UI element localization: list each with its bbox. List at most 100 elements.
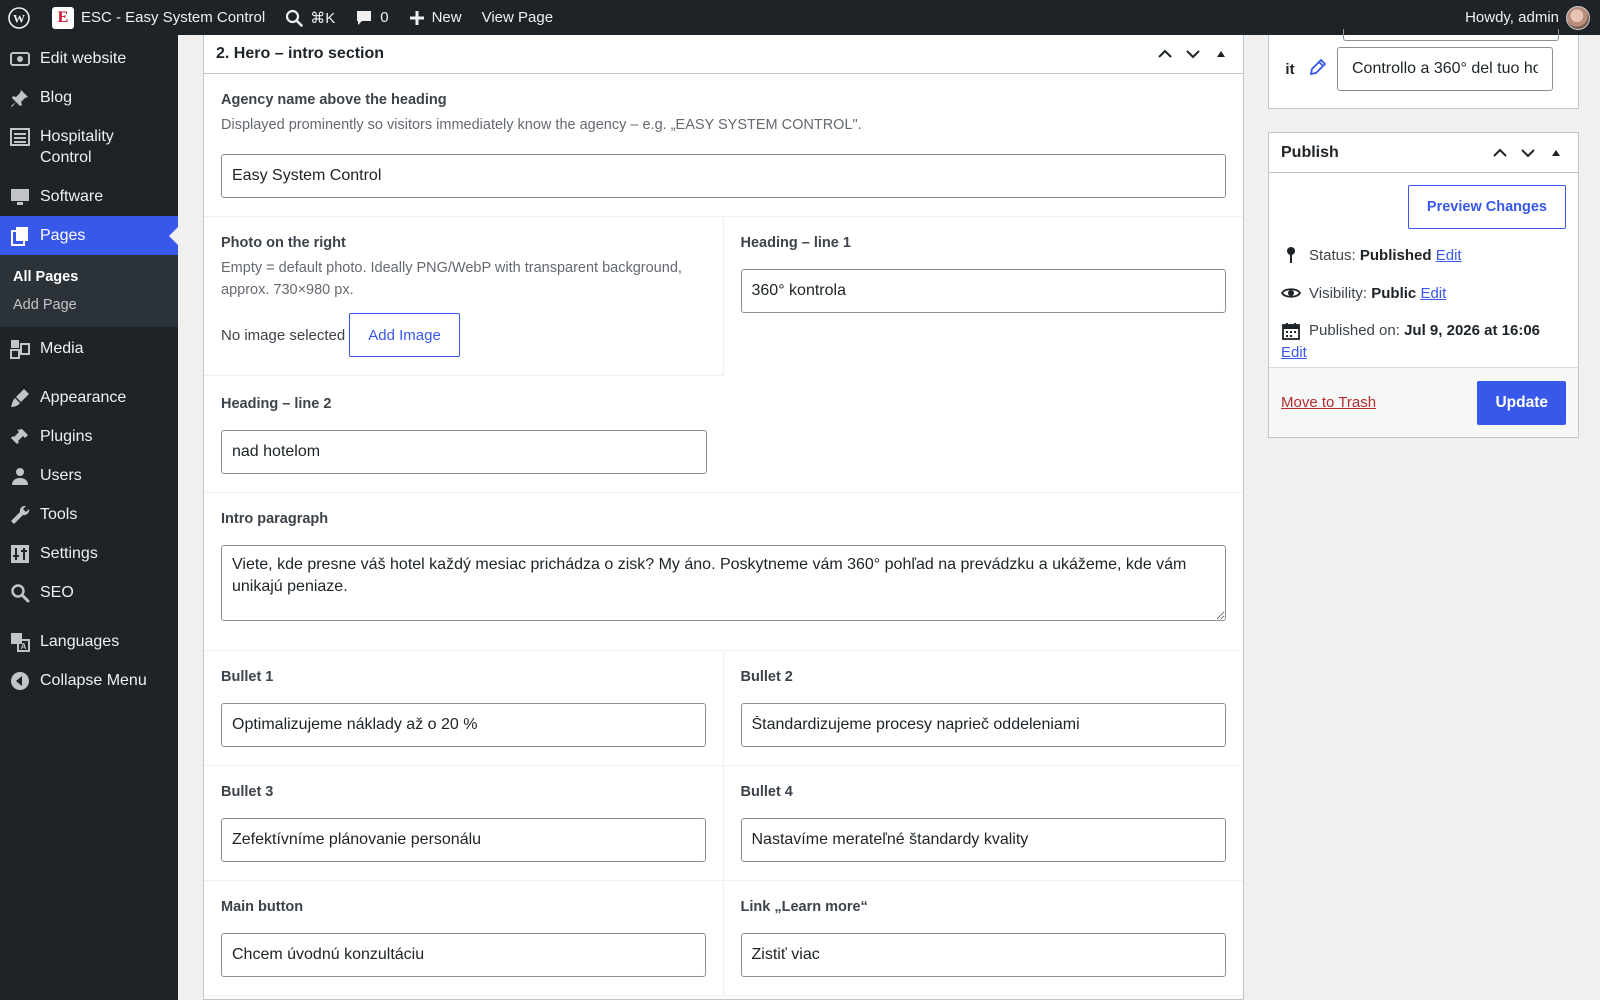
- pin-icon: [10, 88, 30, 108]
- agency-row: Agency name above the heading Displayed …: [204, 74, 1243, 217]
- comment-icon: [357, 10, 372, 25]
- post-visibility: Visibility: Public Edit: [1281, 283, 1566, 305]
- preview-changes-button[interactable]: Preview Changes: [1407, 185, 1566, 229]
- pages-submenu: All Pages Add Page: [0, 255, 178, 327]
- command-search-button[interactable]: ⌘K: [275, 0, 345, 35]
- sidebar-item-blog[interactable]: Blog: [0, 78, 178, 117]
- comments-count: 0: [380, 9, 389, 26]
- edit-date-link[interactable]: Edit: [1281, 344, 1307, 361]
- sidebar-item-languages[interactable]: A Languages: [0, 622, 178, 661]
- new-content-button[interactable]: New: [399, 0, 472, 35]
- sidebar-item-media[interactable]: Media: [0, 329, 178, 368]
- calendar-icon: [1281, 321, 1301, 341]
- intro-paragraph-textarea[interactable]: Viete, kde presne váš hotel každý mesiac…: [221, 545, 1226, 621]
- language-code: it: [1285, 60, 1295, 78]
- field-label: Main button: [221, 899, 304, 915]
- heading2-field: Heading – line 2: [204, 376, 724, 492]
- image-picker: No image selected Add Image: [221, 313, 706, 357]
- brush-icon: [10, 388, 30, 408]
- comments-link[interactable]: 0: [345, 0, 398, 35]
- svg-text:A: A: [21, 642, 27, 651]
- image-status: No image selected: [221, 326, 346, 344]
- field-label: Agency name above the heading: [221, 92, 447, 108]
- field-label: Bullet 1: [221, 669, 274, 685]
- translations-metabox: it: [1268, 29, 1579, 109]
- pin-icon: [1281, 245, 1301, 265]
- hero-section-metabox: 2. Hero – intro section Agency name abov…: [203, 35, 1244, 1000]
- heading-line2-input[interactable]: [221, 430, 707, 474]
- submenu-add-page[interactable]: Add Page: [0, 291, 178, 319]
- admin-sidebar: Edit website Blog Hospitality Control So…: [0, 35, 178, 1000]
- menu-separator: [0, 368, 178, 378]
- bullet1-input[interactable]: [221, 703, 706, 747]
- add-image-button[interactable]: Add Image: [349, 313, 460, 357]
- photo-heading1-row: Photo on the right Empty = default photo…: [204, 217, 1243, 376]
- sidebar-item-label: Hospitality Control: [40, 128, 114, 166]
- sidebar-item-pages[interactable]: Pages: [0, 216, 178, 255]
- sidebar-item-hospitality-control[interactable]: Hospitality Control: [0, 117, 178, 177]
- status-label: Status:: [1309, 247, 1356, 264]
- publish-metabox: Publish Preview Changes Status: Publishe…: [1268, 132, 1579, 438]
- search-shortcut: ⌘K: [310, 9, 336, 27]
- field-label: Bullet 3: [221, 784, 274, 800]
- agency-name-input[interactable]: [221, 154, 1226, 198]
- visibility-text: Visibility: Public Edit: [1309, 283, 1446, 305]
- published-label: Published on:: [1309, 322, 1400, 339]
- bullet4-input[interactable]: [740, 818, 1226, 862]
- bullet2-field: Bullet 2: [724, 651, 1244, 765]
- toggle-panel-button[interactable]: [1211, 44, 1231, 64]
- pencil-icon[interactable]: [1309, 58, 1327, 81]
- bullet4-field: Bullet 4: [724, 766, 1244, 880]
- sidebar-item-label: Languages: [40, 633, 120, 650]
- greeting: Howdy, admin: [1465, 9, 1559, 26]
- visibility-label: Visibility:: [1309, 285, 1368, 302]
- chevron-down-icon: [1186, 50, 1200, 59]
- sidebar-item-label: Settings: [40, 545, 98, 562]
- site-name-link[interactable]: E ESC - Easy System Control: [42, 0, 275, 35]
- sidebar-item-edit-website[interactable]: Edit website: [0, 39, 178, 78]
- plus-icon: [409, 10, 424, 25]
- bullet3-field: Bullet 3: [204, 766, 724, 880]
- collapse-menu-button[interactable]: Collapse Menu: [0, 661, 178, 700]
- heading-line1-input[interactable]: [740, 269, 1226, 313]
- bullet2-input[interactable]: [740, 703, 1226, 747]
- sidebar-item-software[interactable]: Software: [0, 177, 178, 216]
- pages-icon: [10, 226, 30, 246]
- move-down-button[interactable]: [1183, 44, 1203, 64]
- view-page-link[interactable]: View Page: [472, 0, 563, 35]
- post-date: Published on: Jul 9, 2026 at 16:06: [1281, 321, 1566, 342]
- sidebar-item-users[interactable]: Users: [0, 456, 178, 495]
- sidebar-item-settings[interactable]: Settings: [0, 534, 178, 573]
- sidebar-item-tools[interactable]: Tools: [0, 495, 178, 534]
- list-icon: [10, 127, 30, 147]
- wordpress-logo-icon[interactable]: W: [0, 0, 42, 35]
- sidebar-item-appearance[interactable]: Appearance: [0, 378, 178, 417]
- learn-more-input[interactable]: [740, 933, 1226, 977]
- previous-translation-input[interactable]: [1343, 29, 1559, 41]
- publish-toggle-button[interactable]: [1546, 143, 1566, 163]
- chevron-up-icon: [1493, 148, 1507, 157]
- submenu-all-pages[interactable]: All Pages: [0, 263, 178, 291]
- move-to-trash-link[interactable]: Move to Trash: [1281, 394, 1376, 411]
- site-logo-icon: E: [52, 6, 74, 29]
- plug-icon: [10, 427, 30, 447]
- triangle-up-icon: [1552, 149, 1560, 156]
- empty-cell: [724, 376, 1244, 492]
- edit-status-link[interactable]: Edit: [1436, 247, 1462, 264]
- sidebar-item-seo[interactable]: SEO: [0, 573, 178, 612]
- update-button[interactable]: Update: [1477, 380, 1566, 425]
- sidebar-item-plugins[interactable]: Plugins: [0, 417, 178, 456]
- sidebar-item-label: Tools: [40, 506, 78, 523]
- bullet3-input[interactable]: [221, 818, 706, 862]
- sidebar-item-label: Collapse Menu: [40, 672, 147, 689]
- translation-title-input[interactable]: [1337, 47, 1553, 91]
- sidebar-item-label: Pages: [40, 227, 86, 244]
- main-button-input[interactable]: [221, 933, 706, 977]
- chevron-up-icon: [1158, 49, 1172, 58]
- publish-move-up-button[interactable]: [1490, 143, 1510, 163]
- publish-move-down-button[interactable]: [1518, 143, 1538, 163]
- svg-text:W: W: [13, 11, 25, 25]
- field-label: Heading – line 1: [740, 235, 851, 251]
- move-up-button[interactable]: [1155, 44, 1175, 64]
- edit-visibility-link[interactable]: Edit: [1420, 285, 1446, 302]
